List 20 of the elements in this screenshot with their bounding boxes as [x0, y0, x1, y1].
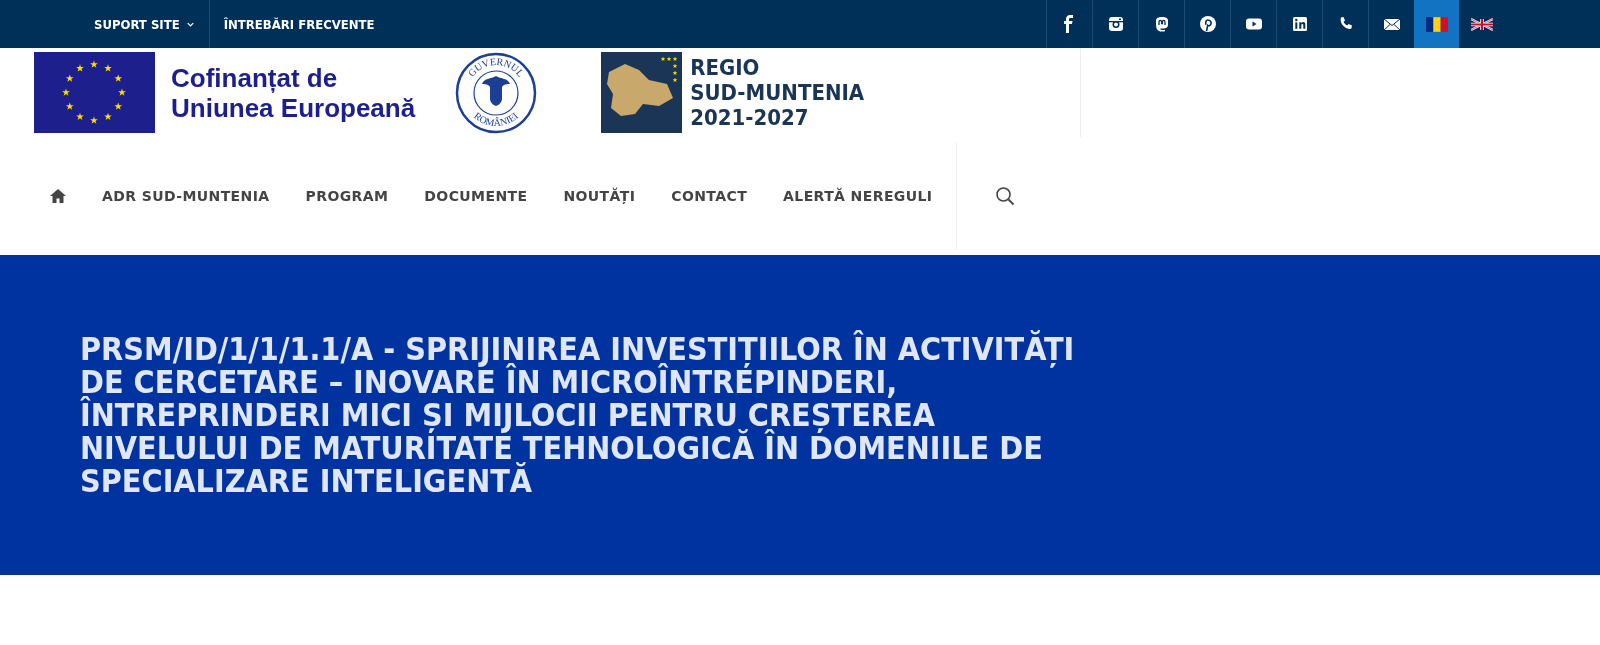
instagram-icon[interactable]: [1106, 15, 1125, 33]
nav-item[interactable]: NOUTĂȚI: [563, 188, 636, 204]
nav-item[interactable]: ADR SUD-MUNTENIA: [102, 188, 270, 204]
home-icon[interactable]: [50, 189, 66, 203]
nav-item[interactable]: PROGRAM: [305, 188, 389, 204]
language-tab[interactable]: [1414, 0, 1459, 48]
search-icon[interactable]: [995, 186, 1016, 206]
linkedin-icon[interactable]: [1290, 15, 1309, 33]
top-link[interactable]: ÎNTREBĂRI FRECVENTE: [209, 0, 389, 48]
nav-item[interactable]: DOCUMENTE: [424, 188, 528, 204]
romanian-flag-icon: [1425, 16, 1448, 32]
page-title: PRSM/ID/1/1/1.1/A - SPRIJINIREA INVESTIȚIILOR ÎN ACTIVITĂȚI DE CERCETARE – INOVARE ÎN MICROÎNTREPINDERI, ÎNTREPRINDERI MICI ȘI MIJLOCII PENTRU CREȘTEREA NIVELULUI DE MATURITATE TEHNOLOGICĂ ÎN DOMENIILE DE SPECIALIZARE INTELIGENTĂ: [80, 332, 1076, 498]
nav-item[interactable]: CONTACT: [671, 188, 748, 204]
uk-flag-icon: [1470, 16, 1493, 32]
nav-item[interactable]: ALERTĂ NEREGULI: [783, 188, 933, 204]
dropdown-menu[interactable]: SUPORT SITE: [80, 0, 210, 48]
regio-logo-text: REGIO SUD-MUNTENIA 2021-2027: [690, 55, 865, 130]
eu-flag-icon: [34, 52, 155, 133]
pinterest-icon[interactable]: [1198, 15, 1217, 33]
eu-funding-logo-text: Cofinanțat de Uniunea Europeană: [171, 62, 416, 123]
